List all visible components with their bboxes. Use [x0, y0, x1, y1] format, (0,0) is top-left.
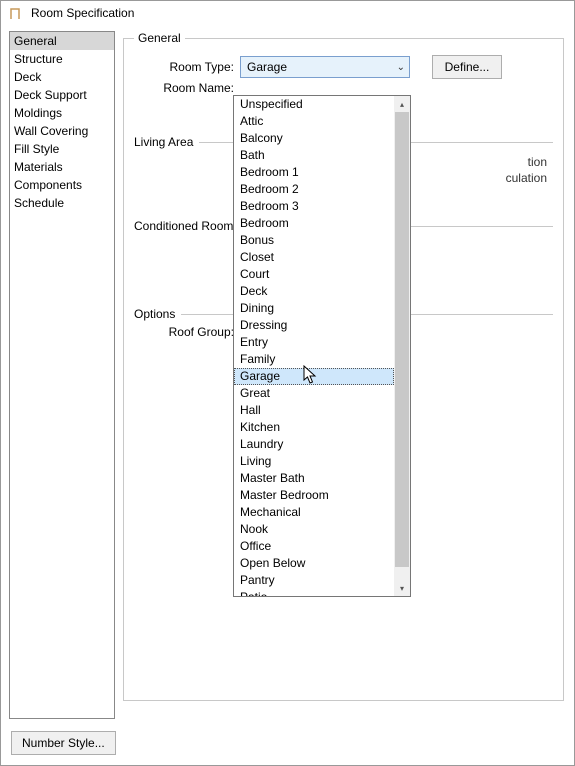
- obscured-text-1: tion: [528, 155, 547, 169]
- dropdown-item-patio[interactable]: Patio: [234, 589, 394, 596]
- roof-group-label: Roof Group:: [134, 325, 234, 339]
- fieldset-legend: General: [134, 31, 185, 45]
- options-label: Options: [134, 307, 175, 321]
- scroll-up-button[interactable]: ▴: [395, 97, 409, 111]
- dropdown-item-bedroom-1[interactable]: Bedroom 1: [234, 164, 394, 181]
- dropdown-item-master-bath[interactable]: Master Bath: [234, 470, 394, 487]
- dropdown-item-laundry[interactable]: Laundry: [234, 436, 394, 453]
- dropdown-item-deck[interactable]: Deck: [234, 283, 394, 300]
- dropdown-item-bedroom-2[interactable]: Bedroom 2: [234, 181, 394, 198]
- dropdown-item-bedroom[interactable]: Bedroom: [234, 215, 394, 232]
- room-type-select[interactable]: Garage ⌄: [240, 56, 410, 78]
- dropdown-item-unspecified[interactable]: Unspecified: [234, 96, 394, 113]
- titlebar: Room Specification: [1, 1, 574, 25]
- dropdown-item-mechanical[interactable]: Mechanical: [234, 504, 394, 521]
- dropdown-item-dining[interactable]: Dining: [234, 300, 394, 317]
- dropdown-item-family[interactable]: Family: [234, 351, 394, 368]
- room-icon: [9, 5, 25, 21]
- dropdown-item-hall[interactable]: Hall: [234, 402, 394, 419]
- dropdown-item-nook[interactable]: Nook: [234, 521, 394, 538]
- footer: Number Style...: [11, 731, 116, 755]
- dropdown-item-garage[interactable]: Garage: [234, 368, 394, 385]
- dropdown-item-bath[interactable]: Bath: [234, 147, 394, 164]
- sidebar-item-components[interactable]: Components: [10, 176, 114, 194]
- dropdown-item-living[interactable]: Living: [234, 453, 394, 470]
- living-area-label: Living Area: [134, 135, 193, 149]
- dropdown-item-entry[interactable]: Entry: [234, 334, 394, 351]
- room-type-label: Room Type:: [134, 60, 234, 74]
- room-type-row: Room Type: Garage ⌄ Define...: [134, 55, 553, 79]
- room-type-value: Garage: [247, 60, 287, 74]
- sidebar-item-general[interactable]: General: [10, 32, 114, 50]
- sidebar: GeneralStructureDeckDeck SupportMoldings…: [9, 31, 115, 719]
- sidebar-item-materials[interactable]: Materials: [10, 158, 114, 176]
- room-name-row: Room Name:: [134, 81, 553, 95]
- dropdown-item-open-below[interactable]: Open Below: [234, 555, 394, 572]
- dropdown-item-balcony[interactable]: Balcony: [234, 130, 394, 147]
- sidebar-item-moldings[interactable]: Moldings: [10, 104, 114, 122]
- scroll-down-button[interactable]: ▾: [395, 581, 409, 595]
- room-type-dropdown[interactable]: UnspecifiedAtticBalconyBathBedroom 1Bedr…: [233, 95, 411, 597]
- dropdown-list: UnspecifiedAtticBalconyBathBedroom 1Bedr…: [234, 96, 394, 596]
- dropdown-item-great[interactable]: Great: [234, 385, 394, 402]
- dropdown-scrollbar[interactable]: ▴ ▾: [394, 96, 410, 596]
- sidebar-item-fill-style[interactable]: Fill Style: [10, 140, 114, 158]
- conditioned-room-label: Conditioned Room: [134, 219, 233, 233]
- dropdown-item-closet[interactable]: Closet: [234, 249, 394, 266]
- sidebar-item-structure[interactable]: Structure: [10, 50, 114, 68]
- sidebar-item-deck[interactable]: Deck: [10, 68, 114, 86]
- dropdown-item-pantry[interactable]: Pantry: [234, 572, 394, 589]
- dropdown-item-kitchen[interactable]: Kitchen: [234, 419, 394, 436]
- dropdown-item-bedroom-3[interactable]: Bedroom 3: [234, 198, 394, 215]
- room-name-label: Room Name:: [134, 81, 234, 95]
- dropdown-item-attic[interactable]: Attic: [234, 113, 394, 130]
- dropdown-item-court[interactable]: Court: [234, 266, 394, 283]
- define-button[interactable]: Define...: [432, 55, 502, 79]
- dropdown-item-dressing[interactable]: Dressing: [234, 317, 394, 334]
- chevron-down-icon: ⌄: [397, 62, 405, 73]
- sidebar-item-deck-support[interactable]: Deck Support: [10, 86, 114, 104]
- sidebar-item-schedule[interactable]: Schedule: [10, 194, 114, 212]
- number-style-button[interactable]: Number Style...: [11, 731, 116, 755]
- dropdown-item-office[interactable]: Office: [234, 538, 394, 555]
- sidebar-item-wall-covering[interactable]: Wall Covering: [10, 122, 114, 140]
- scroll-thumb[interactable]: [395, 112, 409, 567]
- dropdown-item-master-bedroom[interactable]: Master Bedroom: [234, 487, 394, 504]
- obscured-text-2: culation: [506, 171, 547, 185]
- dropdown-item-bonus[interactable]: Bonus: [234, 232, 394, 249]
- window-title: Room Specification: [31, 6, 134, 20]
